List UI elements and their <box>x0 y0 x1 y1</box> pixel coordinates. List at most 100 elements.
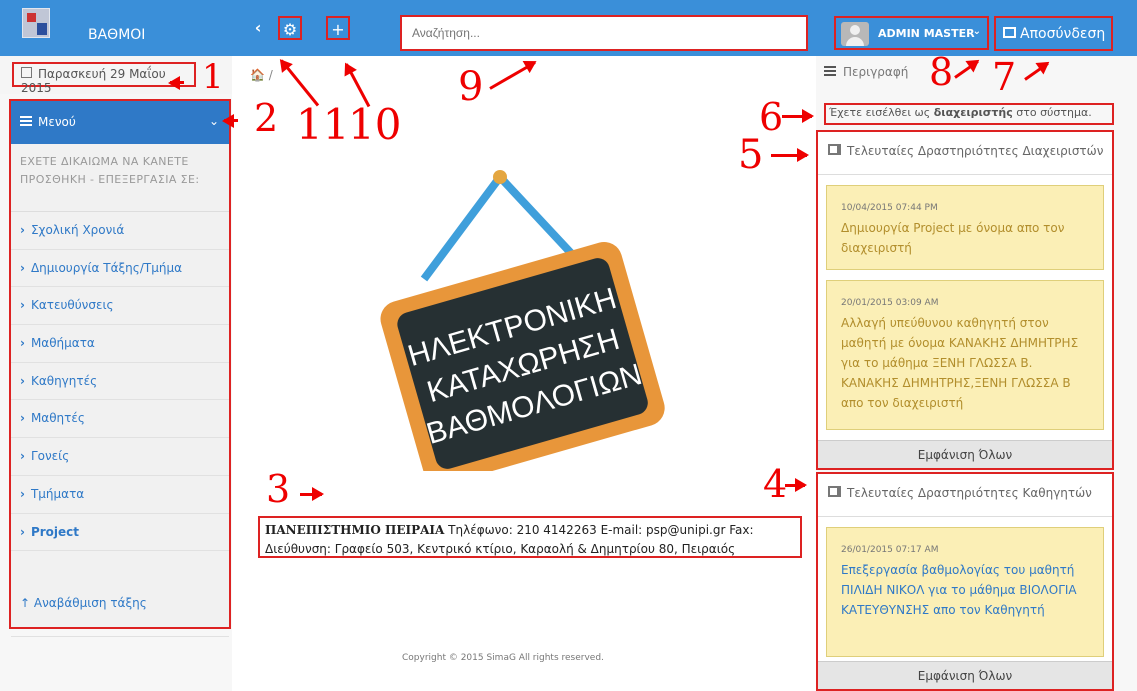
breadcrumb[interactable]: 🏠 / <box>250 68 273 82</box>
annotation-number-6: 6 <box>759 95 784 139</box>
logged-in-role: διαχειριστής <box>933 106 1013 119</box>
activity-text: Αλλαγή υπεύθυνου καθηγητή στον μαθητή με… <box>841 316 1079 410</box>
sidebar-item-school-year[interactable]: › Σχολική Χρονιά <box>11 212 229 250</box>
admin-name: ADMIN MASTER <box>878 27 975 40</box>
calendar-icon <box>21 67 32 78</box>
admin-show-all-button[interactable]: Εμφάνιση Όλων <box>818 440 1112 468</box>
teacher-activity-item[interactable]: 26/01/2015 07:17 AM Επεξεργασία βαθμολογ… <box>826 527 1104 657</box>
upgrade-class-label: Αναβάθμιση τάξης <box>33 596 147 610</box>
nail-icon <box>493 170 507 184</box>
annotation-number-7: 7 <box>992 55 1017 99</box>
logout-icon <box>1003 27 1016 38</box>
annotation-number-3: 3 <box>266 467 291 511</box>
sidebar-item-label: Project <box>30 524 80 539</box>
menu-icon <box>20 116 32 126</box>
sidebar-item-label: Σχολική Χρονιά <box>30 223 125 237</box>
sidebar-item-label: Δημιουργία Τάξης/Τμήμα <box>30 260 182 275</box>
logout-button[interactable]: Αποσύνδεση <box>994 16 1113 51</box>
admin-user-menu[interactable]: ADMIN MASTER ⌄ <box>834 16 989 50</box>
annotation-number-8: 8 <box>929 50 954 94</box>
phone-number: Τηλέφωνο: 210 4142263 <box>448 523 597 537</box>
upgrade-class-button[interactable]: ↑ Αναβάθμιση τάξης <box>11 596 229 610</box>
description-header: Περιγραφή <box>824 65 908 79</box>
sidebar-item-parents[interactable]: › Γονείς <box>11 438 229 476</box>
logout-label: Αποσύνδεση <box>1020 26 1106 42</box>
sidebar-menu-header[interactable]: Μενού ⌄ <box>11 101 229 144</box>
chevron-right-icon: › <box>20 336 25 351</box>
sidebar-item-label: Κατευθύνσεις <box>30 298 114 313</box>
arrow-up-icon: ↑ <box>20 596 34 610</box>
annotation-arrow-3 <box>300 487 324 501</box>
annotation-arrow-5 <box>771 148 809 162</box>
sidebar-menu: Μενού ⌄ ΕΧΕΤΕ ΔΙΚΑΙΩΜΑ ΝΑ ΚΑΝΕΤΕ ΠΡΟΣΘΗΚ… <box>9 99 231 638</box>
sidebar-spacer <box>11 551 229 638</box>
add-user-button[interactable]: + <box>326 16 350 40</box>
sidebar-item-label: Καθηγητές <box>30 373 98 388</box>
permissions-note: ΕΧΕΤΕ ΔΙΚΑΙΩΜΑ ΝΑ ΚΑΝΕΤΕ ΠΡΟΣΘΗΚΗ - ΕΠΕΞ… <box>11 144 229 212</box>
settings-button[interactable]: ⚙ <box>278 16 302 40</box>
search-box[interactable] <box>400 15 808 51</box>
chevron-right-icon: › <box>20 486 25 501</box>
admin-activity-title: Τελευταίες Δραστηριότητες Διαχειριστών <box>847 144 1104 158</box>
chevron-right-icon: › <box>20 298 25 313</box>
sidebar-item-label: Μαθήματα <box>30 336 95 351</box>
chevron-right-icon: › <box>20 524 25 539</box>
activity-date: 20/01/2015 03:09 AM <box>841 298 939 308</box>
annotation-number-10: 10 <box>348 100 402 149</box>
fax-label: Fax: <box>729 523 754 537</box>
annotation-arrow-4 <box>785 478 807 492</box>
main-content: 🏠 / ΗΛΕΚΤΡΟΝΙΚΗ ΚΑΤΑΧΩΡΗΣΗ ΒΑΘΜΟΛΟΓΙΩΝ Π… <box>232 56 816 691</box>
annotation-number-11: 11 <box>296 100 350 149</box>
chevron-right-icon: › <box>20 411 25 426</box>
university-name: ΠΑΝΕΠΙΣΤΗΜΙΟ ΠΕΙΡΑΙΑ <box>265 523 445 537</box>
sidebar-item-courses[interactable]: › Μαθήματα <box>11 325 229 363</box>
date-bar: Παρασκευή 29 Μαΐου 2015 <box>0 56 232 95</box>
logged-in-suffix: στο σύστημα. <box>1016 106 1092 119</box>
graded-registration-board-image: ΗΛΕΚΤΡΟΝΙΚΗ ΚΑΤΑΧΩΡΗΣΗ ΒΑΘΜΟΛΟΓΙΩΝ <box>380 170 665 471</box>
activity-date: 10/04/2015 07:44 PM <box>841 203 938 213</box>
annotation-number-4: 4 <box>763 462 788 506</box>
description-label: Περιγραφή <box>843 65 909 79</box>
admin-activity-item[interactable]: 10/04/2015 07:44 PM Δημιουργία Project μ… <box>826 185 1104 270</box>
date-label: Παρασκευή 29 Μαΐου 2015 <box>21 67 166 95</box>
annotation-number-5: 5 <box>738 132 764 178</box>
chevron-right-icon: › <box>20 449 25 464</box>
sidebar-item-create-class[interactable]: › Δημιουργία Τάξης/Τμήμα <box>11 250 229 288</box>
sidebar-item-label: Τμήματα <box>30 486 85 501</box>
admin-activity-header: Τελευταίες Δραστηριότητες Διαχειριστών <box>818 132 1112 175</box>
chevron-right-icon: › <box>20 260 25 275</box>
app-title: ΒΑΘΜΟΙ <box>88 27 146 43</box>
annotation-number-2: 2 <box>254 96 279 140</box>
sidebar-item-label: Γονείς <box>30 449 70 464</box>
teacher-show-all-button[interactable]: Εμφάνιση Όλων <box>818 661 1112 689</box>
activity-text: Δημιουργία Project με όνομα απο τον διαχ… <box>841 221 1065 255</box>
menu-title: Μενού <box>38 115 76 129</box>
sidebar-item-label: Μαθητές <box>30 411 85 426</box>
annotation-number-1: 1 <box>202 57 224 97</box>
sidebar-item-sections[interactable]: › Τμήματα <box>11 476 229 514</box>
university-logo <box>22 8 50 38</box>
search-input[interactable] <box>412 17 796 49</box>
login-status: Έχετε εισέλθει ως διαχειριστής στο σύστη… <box>824 103 1114 125</box>
collapse-sidebar-button[interactable]: ‹ <box>246 16 270 40</box>
sidebar-item-teachers[interactable]: › Καθηγητές <box>11 363 229 401</box>
admin-activity-panel: Τελευταίες Δραστηριότητες Διαχειριστών 1… <box>816 130 1114 470</box>
teacher-activity-title: Τελευταίες Δραστηριότητες Καθηγητών <box>847 486 1092 500</box>
megaphone-icon <box>828 486 841 497</box>
admin-activity-item[interactable]: 20/01/2015 03:09 AM Αλλαγή υπεύθυνου καθ… <box>826 280 1104 430</box>
right-panel: Περιγραφή Έχετε εισέλθει ως διαχειριστής… <box>816 56 1137 691</box>
postal-address: Διεύθυνση: Γραφείο 503, Κεντρικό κτίριο,… <box>265 542 736 556</box>
logged-in-prefix: Έχετε εισέλθει ως <box>829 106 931 119</box>
chevron-down-icon: ⌄ <box>972 26 981 37</box>
chevron-right-icon: › <box>20 373 25 388</box>
annotation-number-9: 9 <box>458 64 484 110</box>
sidebar-item-students[interactable]: › Μαθητές <box>11 400 229 439</box>
avatar <box>841 22 869 46</box>
activity-date: 26/01/2015 07:17 AM <box>841 545 939 555</box>
sidebar-item-project[interactable]: › Project <box>11 514 229 552</box>
board-frame: ΗΛΕΚΤΡΟΝΙΚΗ ΚΑΤΑΧΩΡΗΣΗ ΒΑΘΜΟΛΟΓΙΩΝ <box>380 241 665 471</box>
sidebar-item-directions[interactable]: › Κατευθύνσεις <box>11 287 229 326</box>
annotation-arrow-1 <box>170 81 184 84</box>
copyright-text: Copyright © 2015 SimaG All rights reserv… <box>402 653 604 663</box>
contact-address: ΠΑΝΕΠΙΣΤΗΜΙΟ ΠΕΙΡΑΙΑ Τηλέφωνο: 210 41422… <box>258 516 802 558</box>
